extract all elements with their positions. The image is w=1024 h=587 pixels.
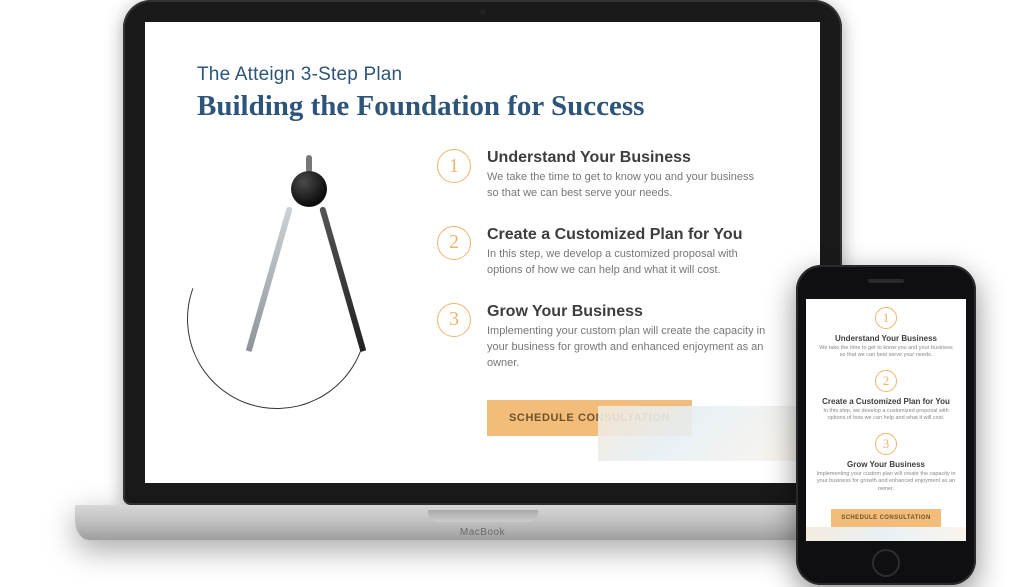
step-item: 3 Grow Your Business Implementing your c… — [816, 433, 956, 493]
step-desc: In this step, we develop a customized pr… — [487, 247, 768, 279]
schedule-consultation-button[interactable]: SCHEDULE CONSULTATION — [831, 509, 940, 527]
phone-home-button-icon[interactable] — [872, 549, 900, 577]
step-number-badge: 1 — [437, 149, 471, 183]
laptop-base: MacBook — [75, 505, 890, 540]
step-title: Create a Customized Plan for You — [487, 226, 768, 244]
step-item: 2 Create a Customized Plan for You In th… — [437, 226, 768, 279]
laptop-camera-icon — [480, 9, 486, 15]
laptop-trackpad-notch — [428, 510, 538, 522]
step-number-badge: 3 — [875, 433, 897, 455]
footer-background-image — [598, 406, 798, 461]
laptop-brand-label: MacBook — [75, 527, 890, 538]
step-desc: Implementing your custom plan will creat… — [816, 471, 956, 493]
step-number-badge: 2 — [437, 226, 471, 260]
phone-screen: 1 Understand Your Business We take the t… — [806, 299, 966, 541]
step-item: 1 Understand Your Business We take the t… — [816, 307, 956, 360]
step-number-badge: 3 — [437, 303, 471, 337]
step-number-badge: 2 — [875, 370, 897, 392]
footer-background-image — [806, 527, 966, 541]
laptop-lid: The Atteign 3-Step Plan Building the Fou… — [123, 0, 842, 505]
step-desc: In this step, we develop a customized pr… — [816, 408, 956, 423]
step-title: Create a Customized Plan for You — [816, 397, 956, 406]
laptop-screen: The Atteign 3-Step Plan Building the Fou… — [145, 22, 820, 483]
step-title: Understand Your Business — [487, 149, 768, 167]
section-eyebrow: The Atteign 3-Step Plan — [197, 64, 768, 86]
section-headline: Building the Foundation for Success — [197, 90, 768, 123]
laptop-device: The Atteign 3-Step Plan Building the Fou… — [75, 0, 890, 540]
step-item: 3 Grow Your Business Implementing your c… — [437, 303, 768, 372]
step-desc: We take the time to get to know you and … — [816, 345, 956, 360]
step-title: Grow Your Business — [487, 303, 768, 321]
step-desc: Implementing your custom plan will creat… — [487, 324, 768, 372]
step-item: 2 Create a Customized Plan for You In th… — [816, 370, 956, 423]
step-desc: We take the time to get to know you and … — [487, 170, 768, 202]
step-title: Understand Your Business — [816, 334, 956, 343]
compass-illustration — [197, 149, 407, 409]
compass-body-icon — [259, 159, 369, 369]
step-number-badge: 1 — [875, 307, 897, 329]
step-item: 1 Understand Your Business We take the t… — [437, 149, 768, 202]
steps-list: 1 Understand Your Business We take the t… — [437, 149, 768, 436]
phone-device: 1 Understand Your Business We take the t… — [796, 265, 976, 585]
step-title: Grow Your Business — [816, 460, 956, 469]
